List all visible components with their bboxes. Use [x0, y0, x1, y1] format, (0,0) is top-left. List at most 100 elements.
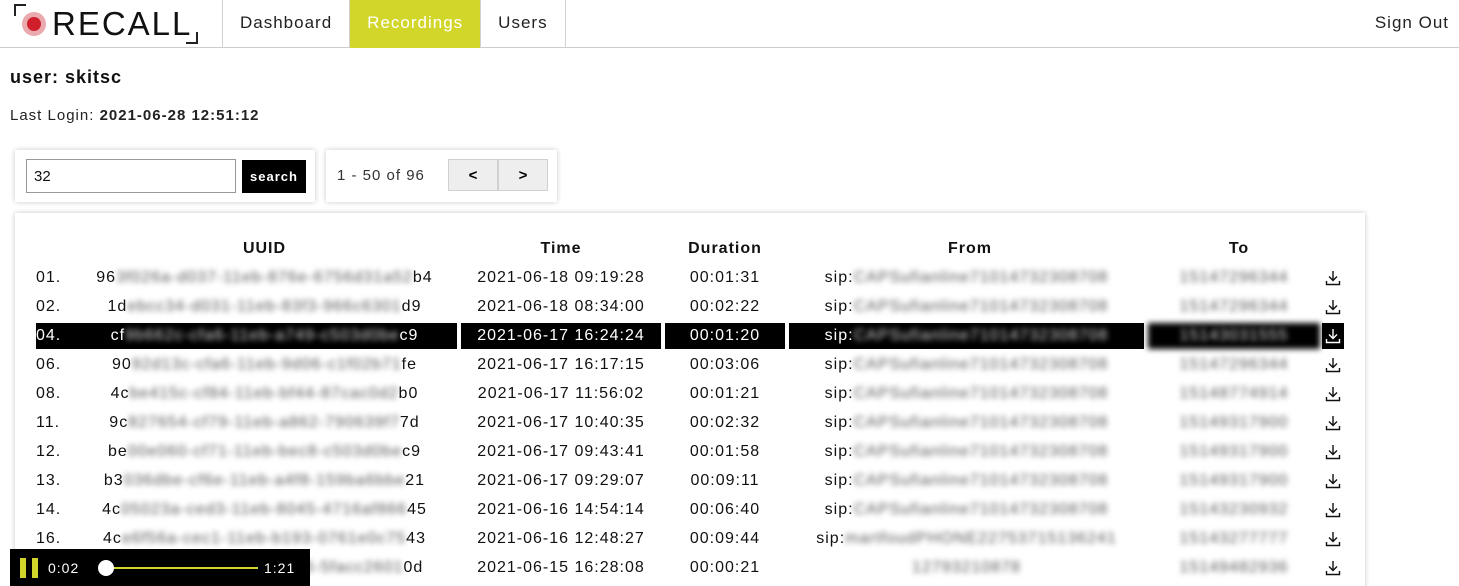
- next-page-button[interactable]: >: [498, 159, 548, 191]
- uuid-prefix: b3: [103, 472, 124, 489]
- sign-out-link[interactable]: Sign Out: [1375, 0, 1449, 48]
- row-from: sip:CAPSufianline71014732308708: [789, 381, 1144, 407]
- table-row[interactable]: 13. b3036dbe-cf6e-11eb-a4f8-159ba6bbe21 20…: [15, 468, 1365, 494]
- uuid-prefix: 90: [111, 356, 132, 373]
- from-prefix: sip:: [824, 414, 854, 431]
- row-uuid: 9c827654-cf79-11eb-a862-790639f77d: [72, 410, 457, 436]
- row-number: 06.: [36, 356, 62, 373]
- from-redacted: CAPSufianline71014732308708: [853, 472, 1109, 489]
- row-uuid: b3036dbe-cf6e-11eb-a4f8-159ba6bbe21: [72, 468, 457, 494]
- row-to: 15147296344: [1179, 298, 1289, 315]
- main-nav: Dashboard Recordings Users: [222, 0, 566, 48]
- uuid-prefix: cf: [110, 327, 126, 344]
- download-icon[interactable]: [1322, 323, 1344, 349]
- table-row[interactable]: 06. 9092d13c-cfa6-11eb-9d06-c1f02b71fe 202…: [15, 352, 1365, 378]
- pagination-range: 1 - 50 of 96: [337, 167, 425, 184]
- download-icon[interactable]: [1322, 352, 1344, 378]
- table-row[interactable]: 14. 4c05023a-ced3-11eb-8045-4716af86645 20…: [15, 497, 1365, 523]
- row-time: 2021-06-18 09:19:28: [477, 269, 645, 286]
- uuid-redacted: 3f026a-d037-11eb-876e-6756d31a52: [116, 269, 413, 286]
- row-from: sip:CAPSufianline71014732308708: [789, 410, 1144, 436]
- table-row[interactable]: 08. 4cbe415c-cf84-11eb-bf44-87cac0d2b0 202…: [15, 381, 1365, 407]
- table-row[interactable]: 01. 963f026a-d037-11eb-876e-6756d31a52b4 2…: [15, 265, 1365, 291]
- row-to: 15143031555: [1148, 323, 1320, 349]
- row-from: sip:CAPSufianline71014732308708: [789, 352, 1144, 378]
- row-time: 2021-06-16 14:54:14: [477, 501, 645, 518]
- row-duration: 00:01:21: [689, 385, 761, 402]
- download-icon[interactable]: [1322, 381, 1344, 407]
- row-to: 15143230932: [1179, 501, 1289, 518]
- from-prefix: sip:: [824, 327, 854, 344]
- row-duration: 00:01:20: [665, 323, 785, 349]
- nav-users[interactable]: Users: [480, 0, 566, 48]
- download-icon[interactable]: [1322, 439, 1344, 465]
- table-row[interactable]: 02. 1debcc34-d031-11eb-83f3-966c6301d9 202…: [15, 294, 1365, 320]
- row-time: 2021-06-18 08:34:00: [477, 298, 645, 315]
- nav-recordings[interactable]: Recordings: [349, 0, 481, 48]
- row-number: 04.: [36, 323, 73, 349]
- row-number: 01.: [36, 269, 62, 286]
- row-duration: 00:02:32: [689, 414, 761, 431]
- from-redacted: martfoudPHONE22753715136241: [845, 530, 1117, 547]
- download-icon[interactable]: [1322, 526, 1344, 552]
- nav-dashboard[interactable]: Dashboard: [222, 0, 349, 48]
- top-navbar: RECALL Dashboard Recordings Users Sign O…: [0, 0, 1459, 48]
- from-prefix: sip:: [824, 298, 854, 315]
- from-redacted: 12793210878: [912, 559, 1021, 576]
- search-panel: search: [15, 150, 315, 202]
- from-redacted: CAPSufianline71014732308708: [853, 356, 1109, 373]
- row-to: 15149317900: [1179, 472, 1289, 489]
- uuid-prefix: 9c: [109, 414, 129, 431]
- from-redacted: CAPSufianline71014732308708: [853, 298, 1109, 315]
- table-row[interactable]: 12. be00e060-cf71-11eb-bec8-c503d0bec9 202…: [15, 439, 1365, 465]
- row-uuid: 4cbe415c-cf84-11eb-bf44-87cac0d2b0: [72, 381, 457, 407]
- download-icon[interactable]: [1322, 265, 1344, 291]
- from-redacted: CAPSufianline71014732308708: [853, 414, 1109, 431]
- search-button[interactable]: search: [242, 160, 306, 193]
- uuid-suffix: fe: [401, 356, 418, 373]
- uuid-redacted: ebcc34-d031-11eb-83f3-966c6301: [127, 298, 402, 315]
- row-to: 15147296344: [1179, 269, 1289, 286]
- player-progress-track[interactable]: [102, 567, 258, 569]
- uuid-suffix: d9: [401, 298, 422, 315]
- row-time: 2021-06-17 16:24:24: [461, 323, 661, 349]
- uuid-prefix: 96: [96, 269, 117, 286]
- last-login-value: 2021-06-28 12:51:12: [99, 107, 260, 124]
- row-number: 08.: [36, 385, 62, 402]
- row-time: 2021-06-17 10:40:35: [477, 414, 645, 431]
- row-uuid: be00e060-cf71-11eb-bec8-c503d0bec9: [72, 439, 457, 465]
- uuid-redacted: 05023a-ced3-11eb-8045-4716af866: [121, 501, 408, 518]
- uuid-suffix: b4: [412, 269, 433, 286]
- row-to: 15147296344: [1179, 356, 1289, 373]
- player-seek-knob[interactable]: [97, 560, 114, 576]
- col-header-from: From: [948, 240, 992, 257]
- download-icon[interactable]: [1322, 294, 1344, 320]
- from-prefix: sip:: [824, 356, 854, 373]
- from-prefix: sip:: [824, 443, 854, 460]
- row-duration: 00:03:06: [689, 356, 761, 373]
- row-to: 15148774914: [1179, 385, 1289, 402]
- row-from: sip:CAPSufianline71014732308708: [789, 265, 1144, 291]
- row-to: 15149317900: [1179, 443, 1289, 460]
- row-time: 2021-06-17 09:29:07: [477, 472, 645, 489]
- table-row[interactable]: 04. cf9b662c-cfa6-11eb-a749-c503d0bec9 202…: [15, 323, 1365, 349]
- recall-logo[interactable]: RECALL: [14, 4, 198, 44]
- from-redacted: CAPSufianline71014732308708: [853, 327, 1109, 344]
- row-from: sip:CAPSufianline71014732308708: [789, 468, 1144, 494]
- download-icon[interactable]: [1322, 497, 1344, 523]
- uuid-prefix: 4c: [103, 530, 122, 547]
- row-duration: 00:01:58: [689, 443, 761, 460]
- table-row[interactable]: 11. 9c827654-cf79-11eb-a862-790639f77d 202…: [15, 410, 1365, 436]
- row-to: 15143277777: [1179, 530, 1289, 547]
- search-input[interactable]: [26, 159, 236, 193]
- download-icon[interactable]: [1322, 410, 1344, 436]
- download-icon[interactable]: [1322, 555, 1344, 581]
- col-header-uuid: UUID: [242, 240, 287, 257]
- from-prefix: sip:: [824, 472, 854, 489]
- prev-page-button[interactable]: <: [448, 159, 498, 191]
- user-heading: user: skitsc: [10, 67, 123, 87]
- uuid-redacted: e6f56a-cec1-11eb-b193-0761e0c75: [121, 530, 407, 547]
- pause-icon[interactable]: [20, 558, 38, 578]
- from-redacted: CAPSufianline71014732308708: [853, 443, 1109, 460]
- download-icon[interactable]: [1322, 468, 1344, 494]
